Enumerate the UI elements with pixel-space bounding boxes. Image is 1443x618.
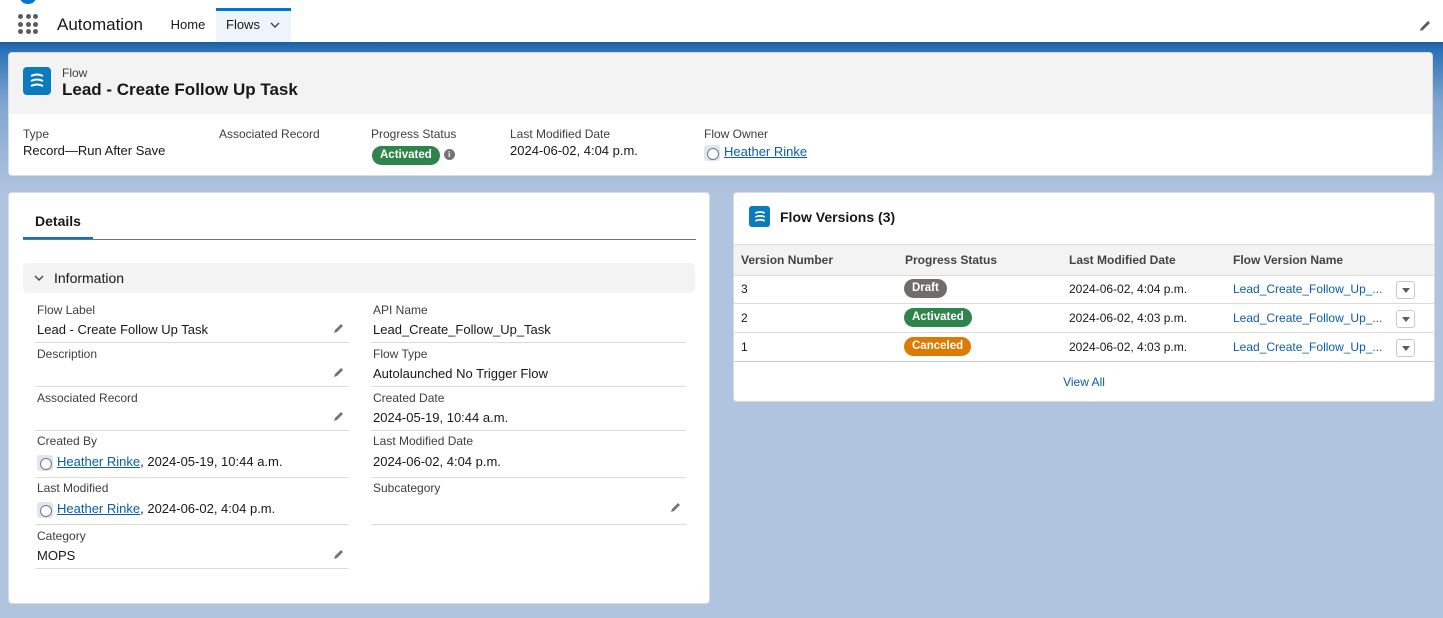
status-badge: Canceled: [904, 337, 972, 356]
field-label: API Name: [373, 303, 428, 317]
tab-flows[interactable]: Flows: [216, 8, 291, 42]
flow-icon: [23, 67, 51, 95]
progress-status-value: Activated i: [372, 146, 455, 165]
avatar: [37, 454, 53, 471]
field-flow-type: Flow Type Autolaunched No Trigger Flow: [371, 347, 686, 387]
version-name-link[interactable]: Lead_Create_Follow_Up_...: [1233, 340, 1382, 354]
type-label: Type: [23, 127, 50, 141]
row-actions-dropdown-icon[interactable]: [1396, 281, 1415, 299]
version-number: 1: [741, 340, 748, 354]
field-last-modified-date: Last Modified Date 2024-06-02, 4:04 p.m.: [371, 434, 686, 478]
chevron-down-icon: [34, 275, 44, 281]
section-title: Information: [54, 270, 125, 286]
field-label: Flow Label: [37, 303, 96, 317]
field-value: Lead - Create Follow Up Task: [37, 322, 209, 337]
flow-owner-label: Flow Owner: [704, 127, 769, 141]
created-by-date: , 2024-05-19, 10:44 a.m.: [140, 454, 283, 469]
field-subcategory: Subcategory: [371, 481, 686, 525]
flow-owner-value: Heather Rinke: [704, 144, 807, 161]
field-label: Last Modified: [37, 481, 109, 495]
row-actions-dropdown-icon[interactable]: [1396, 310, 1415, 328]
field-label: Flow Type: [373, 347, 428, 361]
version-name-link[interactable]: Lead_Create_Follow_Up_...: [1233, 311, 1382, 325]
version-number: 2: [741, 311, 748, 325]
field-description: Description: [35, 347, 349, 387]
view-all-link[interactable]: View All: [734, 375, 1434, 389]
status-badge: Draft: [904, 279, 947, 298]
created-by-link[interactable]: Heather Rinke: [57, 454, 140, 469]
last-modified-link[interactable]: Heather Rinke: [57, 501, 140, 516]
field-label: Category: [37, 529, 86, 543]
tab-flows-label: Flows: [226, 17, 260, 32]
column-version-number[interactable]: Version Number: [741, 253, 833, 267]
version-modified: 2024-06-02, 4:04 p.m.: [1069, 282, 1188, 296]
app-name: Automation: [57, 15, 143, 34]
object-type: Flow: [62, 66, 88, 80]
progress-status-label: Progress Status: [371, 127, 457, 141]
edit-pencil-icon[interactable]: [333, 366, 345, 378]
row-actions-dropdown-icon[interactable]: [1396, 339, 1415, 357]
flow-versions-title[interactable]: Flow Versions (3): [780, 209, 895, 225]
field-category: Category MOPS: [35, 529, 349, 569]
flow-icon: [749, 206, 770, 227]
field-label: Created By: [37, 434, 98, 448]
field-created-date: Created Date 2024-05-19, 10:44 a.m.: [371, 391, 686, 431]
info-icon[interactable]: i: [443, 149, 455, 161]
field-flow-label: Flow Label Lead - Create Follow Up Task: [35, 303, 349, 343]
version-number: 3: [741, 282, 748, 296]
column-progress-status[interactable]: Progress Status: [905, 253, 997, 267]
edit-pencil-icon[interactable]: [333, 548, 345, 560]
column-last-modified-date[interactable]: Last Modified Date: [1069, 253, 1176, 267]
version-modified: 2024-06-02, 4:03 p.m.: [1069, 311, 1188, 325]
flow-versions-card: Flow Versions (3) Version Number Progres…: [733, 192, 1435, 402]
type-value: Record—Run After Save: [23, 143, 166, 158]
app-launcher-icon[interactable]: [18, 14, 38, 34]
status-badge: Activated: [904, 308, 972, 327]
last-modified-date: , 2024-06-02, 4:04 p.m.: [140, 501, 276, 516]
edit-pencil-icon[interactable]: [333, 410, 345, 422]
field-associated-record: Associated Record: [35, 391, 349, 431]
field-value: 2024-06-02, 4:04 p.m.: [373, 454, 501, 469]
associated-record-label: Associated Record: [219, 127, 320, 141]
field-label: Description: [37, 347, 98, 361]
field-last-modified: Last Modified Heather Rinke, 2024-06-02,…: [35, 481, 349, 525]
column-flow-version-name[interactable]: Flow Version Name: [1233, 253, 1343, 267]
tab-details[interactable]: Details: [23, 213, 93, 240]
field-created-by: Created By Heather Rinke, 2024-05-19, 10…: [35, 434, 349, 478]
version-modified: 2024-06-02, 4:03 p.m.: [1069, 340, 1188, 354]
logo-icon: [20, 0, 36, 4]
field-value: 2024-05-19, 10:44 a.m.: [373, 410, 509, 425]
edit-nav-icon[interactable]: [1418, 19, 1432, 33]
avatar: [704, 144, 720, 161]
edit-pencil-icon[interactable]: [670, 501, 682, 513]
chevron-down-icon[interactable]: [269, 19, 281, 31]
field-label: Subcategory: [373, 481, 441, 495]
avatar: [37, 501, 53, 518]
edit-pencil-icon[interactable]: [333, 322, 345, 334]
field-label: Last Modified Date: [373, 434, 474, 448]
flow-owner-link[interactable]: Heather Rinke: [724, 144, 807, 159]
table-header: Version Number Progress Status Last Modi…: [734, 244, 1434, 276]
last-modified-date-label: Last Modified Date: [510, 127, 611, 141]
record-header: Flow Lead - Create Follow Up Task Type R…: [8, 52, 1433, 176]
version-name-link[interactable]: Lead_Create_Follow_Up_...: [1233, 282, 1382, 296]
details-card: Details Information Flow Label Lead - Cr…: [8, 192, 710, 604]
field-value: Heather Rinke, 2024-05-19, 10:44 a.m.: [37, 454, 282, 471]
status-badge: Activated: [372, 146, 440, 165]
page-title: Lead - Create Follow Up Task: [62, 80, 298, 99]
tab-home[interactable]: Home: [160, 8, 216, 42]
section-information[interactable]: Information: [23, 263, 695, 293]
table-row: 3 Draft 2024-06-02, 4:04 p.m. Lead_Creat…: [734, 275, 1434, 304]
field-value: Heather Rinke, 2024-06-02, 4:04 p.m.: [37, 501, 275, 518]
field-label: Created Date: [373, 391, 445, 405]
field-label: Associated Record: [37, 391, 138, 405]
table-row: 2 Activated 2024-06-02, 4:03 p.m. Lead_C…: [734, 304, 1434, 333]
global-nav: Automation Home Flows: [0, 0, 1443, 42]
field-value: MOPS: [37, 548, 76, 563]
field-api-name: API Name Lead_Create_Follow_Up_Task: [371, 303, 686, 343]
table-row: 1 Canceled 2024-06-02, 4:03 p.m. Lead_Cr…: [734, 333, 1434, 362]
last-modified-date-value: 2024-06-02, 4:04 p.m.: [510, 143, 638, 158]
field-value: Autolaunched No Trigger Flow: [373, 366, 548, 381]
field-value: Lead_Create_Follow_Up_Task: [373, 322, 551, 337]
